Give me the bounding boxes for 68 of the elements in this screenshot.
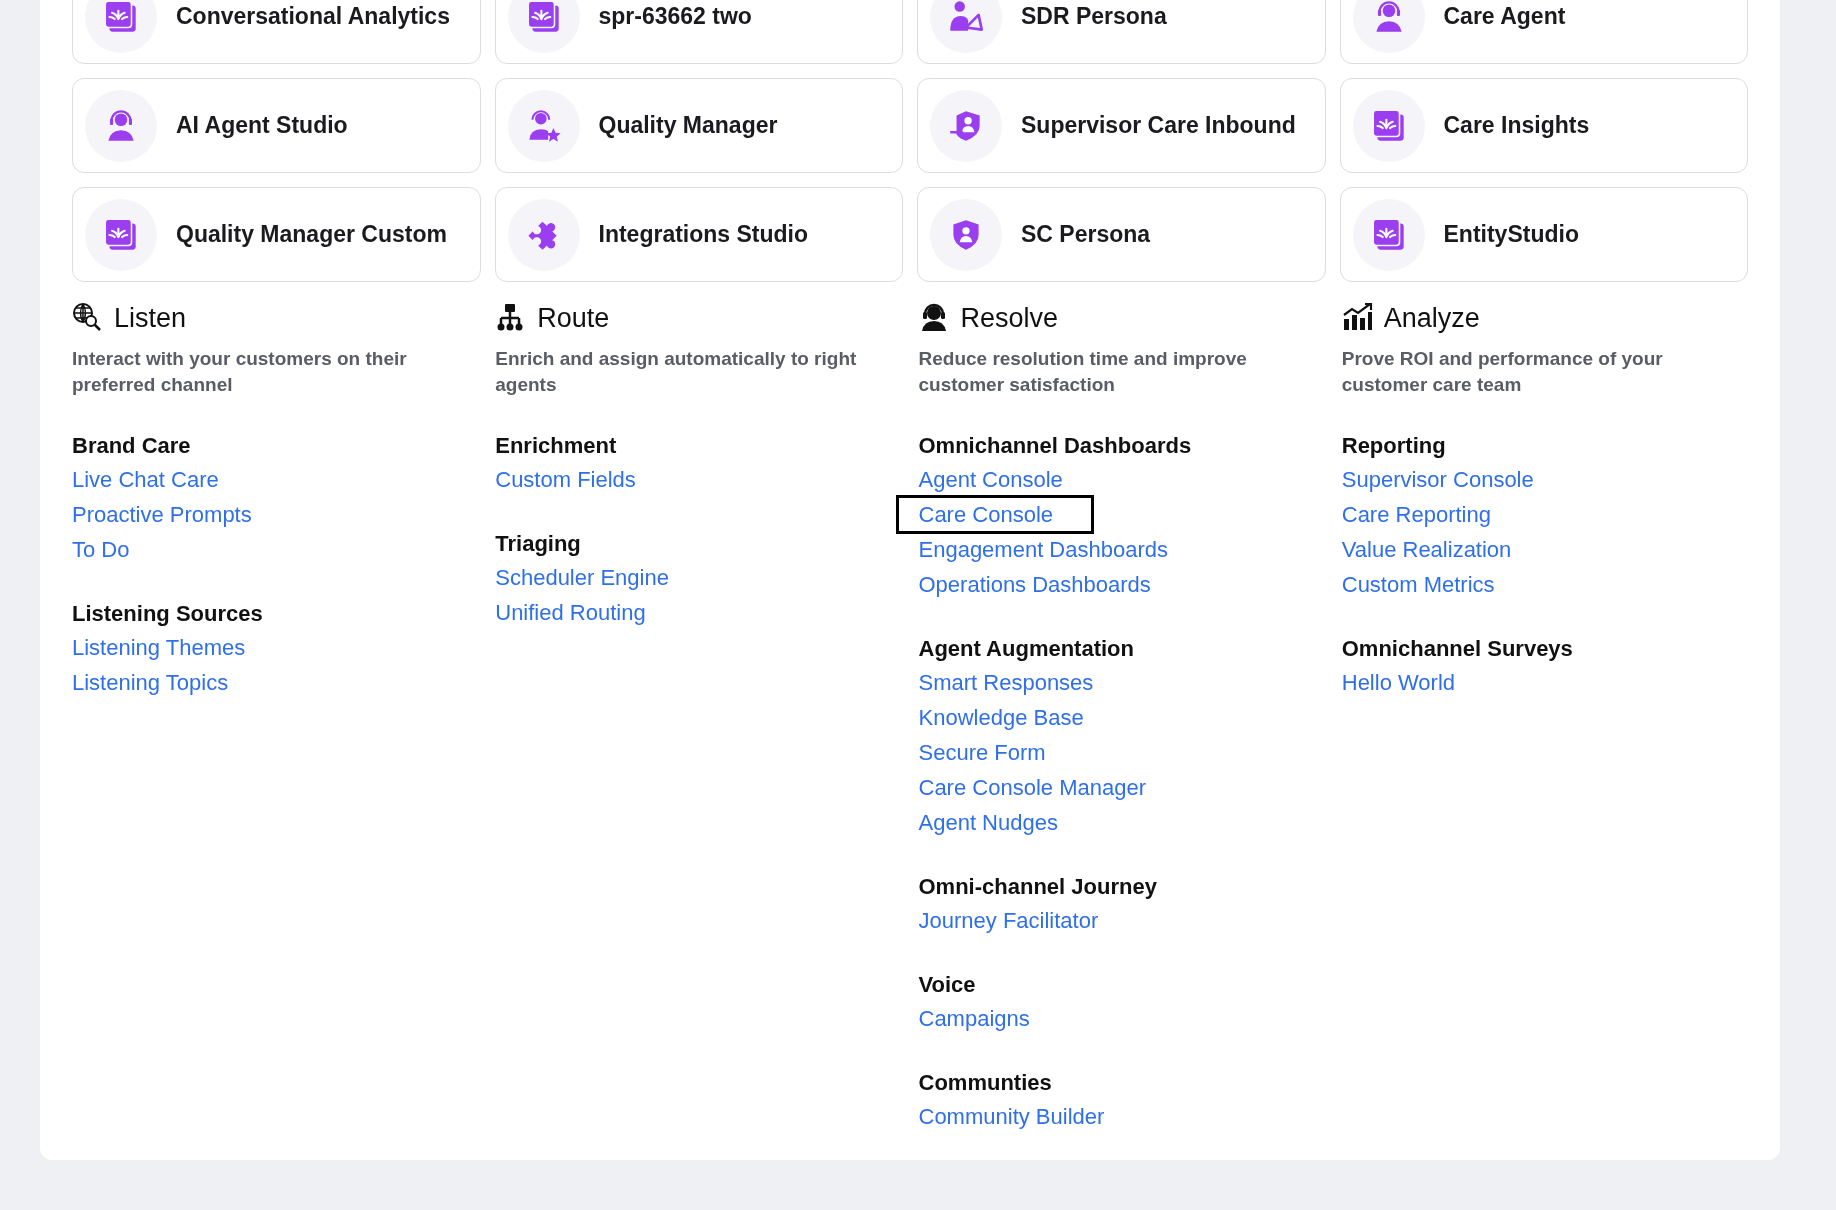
section-title: Resolve: [960, 301, 1059, 335]
nav-link[interactable]: Hello World: [1341, 665, 1456, 700]
nav-link[interactable]: Listening Topics: [72, 665, 229, 700]
nav-link[interactable]: Operations Dashboards: [918, 567, 1151, 602]
group-title: Agent Augmentation: [918, 635, 1134, 663]
nav-link[interactable]: Custom Metrics: [1341, 567, 1495, 602]
app-card[interactable]: AI Agent Studio: [72, 78, 481, 173]
app-label: Conversational Analytics: [176, 2, 450, 32]
nav-link[interactable]: Value Realization: [1341, 532, 1512, 567]
app-label: Care Insights: [1443, 111, 1590, 141]
app-card[interactable]: SC Persona: [917, 187, 1326, 282]
nav-link[interactable]: Proactive Prompts: [72, 497, 252, 532]
nav-link[interactable]: Secure Form: [918, 735, 1046, 770]
nav-link[interactable]: To Do: [72, 532, 130, 567]
app-card[interactable]: Care Agent: [1339, 0, 1748, 64]
nav-link[interactable]: Scheduler Engine: [495, 560, 669, 595]
section-description: Interact with your customers on their preferred channel: [72, 347, 408, 397]
group-title: Triaging: [495, 530, 581, 558]
group-title: Omnichannel Surveys: [1341, 635, 1573, 663]
nav-link[interactable]: Supervisor Console: [1341, 462, 1534, 497]
nav-link[interactable]: Knowledge Base: [918, 700, 1084, 735]
nav-link[interactable]: Custom Fields: [495, 462, 636, 497]
group-title: Communties: [918, 1069, 1052, 1097]
app-card[interactable]: Quality Manager: [494, 78, 903, 173]
app-label: EntityStudio: [1443, 220, 1579, 250]
nav-link[interactable]: Community Builder: [918, 1099, 1105, 1134]
app-card[interactable]: Supervisor Care Inbound: [917, 78, 1326, 173]
group-title: Brand Care: [72, 432, 191, 460]
app-label: Quality Manager: [598, 111, 778, 141]
section-description: Prove ROI and performance of your customer care team: [1341, 347, 1664, 397]
group-title: Voice: [918, 971, 976, 999]
nav-link[interactable]: Journey Facilitator: [918, 903, 1099, 938]
group-title: Listening Sources: [72, 600, 263, 628]
group-title: Reporting: [1341, 432, 1446, 460]
nav-link[interactable]: Listening Themes: [72, 630, 246, 665]
section-title: Listen: [114, 301, 187, 335]
app-card[interactable]: Conversational Analytics: [72, 0, 481, 64]
app-card[interactable]: Integrations Studio: [494, 187, 903, 282]
section-title: Route: [537, 301, 610, 335]
nav-link[interactable]: Agent Nudges: [918, 805, 1058, 840]
app-label: Integrations Studio: [598, 220, 809, 250]
app-label: Supervisor Care Inbound: [1021, 111, 1296, 141]
app-label: Quality Manager Custom: [176, 220, 447, 250]
app-card[interactable]: Care Insights: [1339, 78, 1748, 173]
app-card[interactable]: SDR Persona: [917, 0, 1326, 64]
nav-link[interactable]: Unified Routing: [495, 595, 646, 630]
app-label: spr-63662 two: [598, 2, 752, 32]
app-label: SC Persona: [1021, 220, 1151, 250]
section-description: Enrich and assign automatically to right agents: [495, 347, 858, 397]
nav-link[interactable]: Care Reporting: [1341, 497, 1491, 532]
nav-link[interactable]: Engagement Dashboards: [918, 532, 1168, 567]
nav-link[interactable]: Live Chat Care: [72, 462, 219, 497]
app-card[interactable]: EntityStudio: [1339, 187, 1748, 282]
app-label: SDR Persona: [1021, 2, 1167, 32]
nav-link[interactable]: Care Console: [895, 495, 1094, 534]
section-title: Analyze: [1383, 301, 1480, 335]
group-title: Omnichannel Dashboards: [918, 432, 1192, 460]
app-card[interactable]: Quality Manager Custom: [72, 187, 481, 282]
nav-link[interactable]: Care Console Manager: [918, 770, 1146, 805]
nav-link[interactable]: Agent Console: [918, 462, 1063, 497]
section-description: Reduce resolution time and improve customer satisfaction: [918, 347, 1248, 397]
group-title: Enrichment: [495, 432, 617, 460]
nav-link[interactable]: Campaigns: [918, 1001, 1030, 1036]
group-title: Omni-channel Journey: [918, 873, 1157, 901]
app-label: Care Agent: [1443, 2, 1566, 32]
app-label: AI Agent Studio: [176, 111, 348, 141]
nav-link[interactable]: Smart Responses: [918, 665, 1094, 700]
app-card[interactable]: spr-63662 two: [494, 0, 903, 64]
